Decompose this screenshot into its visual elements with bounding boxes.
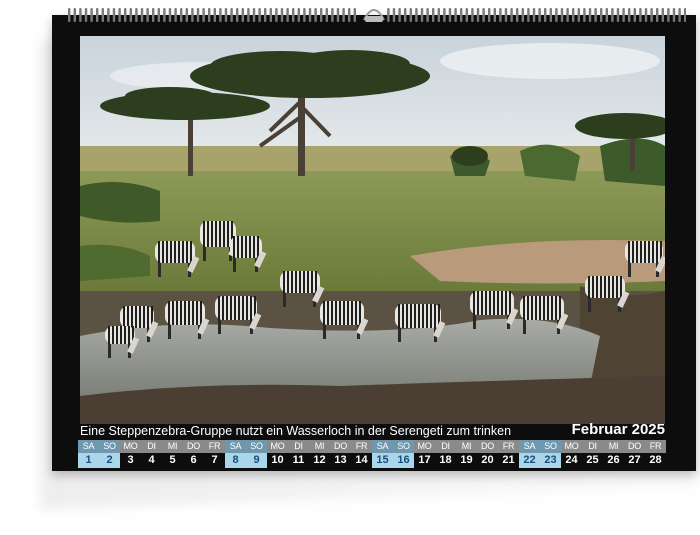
- weekday-label: MO: [120, 440, 141, 453]
- day-column: SO 16: [393, 440, 414, 470]
- hanger-hook: [363, 9, 385, 22]
- weekday-label: DO: [330, 440, 351, 453]
- day-column: MO 3: [120, 440, 141, 470]
- day-number: 9: [246, 453, 267, 468]
- weekday-label: SA: [225, 440, 246, 453]
- day-column: SA 22: [519, 440, 540, 470]
- day-number: 24: [561, 453, 582, 468]
- weekday-label: MO: [561, 440, 582, 453]
- day-number: 10: [267, 453, 288, 468]
- weekday-label: DI: [141, 440, 162, 453]
- day-column: MO 24: [561, 440, 582, 470]
- weekday-label: MI: [603, 440, 624, 453]
- day-column: SA 15: [372, 440, 393, 470]
- day-number: 27: [624, 453, 645, 468]
- day-number: 15: [372, 453, 393, 468]
- weekday-label: MO: [267, 440, 288, 453]
- day-column: FR 28: [645, 440, 666, 470]
- day-number: 12: [309, 453, 330, 468]
- day-number: 20: [477, 453, 498, 468]
- weekday-label: SO: [99, 440, 120, 453]
- day-number: 8: [225, 453, 246, 468]
- weekday-label: SO: [540, 440, 561, 453]
- weekday-label: SA: [78, 440, 99, 453]
- day-column: DI 25: [582, 440, 603, 470]
- day-column: SO 9: [246, 440, 267, 470]
- zebra-waterhole-photo: [80, 36, 665, 424]
- photo-caption: Eine Steppenzebra-Gruppe nutzt ein Wasse…: [80, 424, 512, 438]
- day-column: MI 12: [309, 440, 330, 470]
- day-number: 5: [162, 453, 183, 468]
- weekday-label: MI: [162, 440, 183, 453]
- caption-row: Eine Steppenzebra-Gruppe nutzt ein Wasse…: [80, 421, 665, 440]
- day-column: FR 14: [351, 440, 372, 470]
- day-number: 21: [498, 453, 519, 468]
- day-column: MO 10: [267, 440, 288, 470]
- weekday-label: MI: [309, 440, 330, 453]
- weekday-label: DO: [477, 440, 498, 453]
- day-column: DI 18: [435, 440, 456, 470]
- day-number: 11: [288, 453, 309, 468]
- weekday-label: FR: [204, 440, 225, 453]
- day-column: MI 19: [456, 440, 477, 470]
- day-number: 18: [435, 453, 456, 468]
- day-column: SA 8: [225, 440, 246, 470]
- day-column: FR 21: [498, 440, 519, 470]
- weekday-label: FR: [498, 440, 519, 453]
- day-column: SA 1: [78, 440, 99, 470]
- weekday-label: SO: [393, 440, 414, 453]
- day-number: 19: [456, 453, 477, 468]
- weekday-label: SA: [372, 440, 393, 453]
- day-number: 17: [414, 453, 435, 468]
- day-column: DO 13: [330, 440, 351, 470]
- day-number: 3: [120, 453, 141, 468]
- weekday-label: DO: [624, 440, 645, 453]
- weekday-label: DI: [435, 440, 456, 453]
- day-column: MI 26: [603, 440, 624, 470]
- day-number: 25: [582, 453, 603, 468]
- day-column: DO 6: [183, 440, 204, 470]
- weekday-label: DO: [183, 440, 204, 453]
- day-strip: SA 1 SO 2 MO 3 DI 4 MI 5 DO 6 FR 7 SA 8 SO 9 MO 10 DI 11 MI 12 D…: [78, 440, 667, 470]
- weekday-label: DI: [288, 440, 309, 453]
- day-number: 13: [330, 453, 351, 468]
- day-column: DI 11: [288, 440, 309, 470]
- day-number: 22: [519, 453, 540, 468]
- day-number: 14: [351, 453, 372, 468]
- day-column: DI 4: [141, 440, 162, 470]
- day-number: 6: [183, 453, 204, 468]
- day-number: 26: [603, 453, 624, 468]
- day-number: 28: [645, 453, 666, 468]
- month-title: Februar 2025: [571, 421, 665, 438]
- day-column: DO 27: [624, 440, 645, 470]
- day-number: 7: [204, 453, 225, 468]
- day-number: 2: [99, 453, 120, 468]
- day-number: 16: [393, 453, 414, 468]
- day-column: FR 7: [204, 440, 225, 470]
- day-number: 4: [141, 453, 162, 468]
- day-column: DO 20: [477, 440, 498, 470]
- weekday-label: DI: [582, 440, 603, 453]
- day-column: MO 17: [414, 440, 435, 470]
- day-column: SO 23: [540, 440, 561, 470]
- weekday-label: MI: [456, 440, 477, 453]
- day-number: 1: [78, 453, 99, 468]
- weekday-label: SA: [519, 440, 540, 453]
- weekday-label: FR: [645, 440, 666, 453]
- weekday-label: SO: [246, 440, 267, 453]
- day-number: 23: [540, 453, 561, 468]
- day-column: MI 5: [162, 440, 183, 470]
- weekday-label: MO: [414, 440, 435, 453]
- day-column: SO 2: [99, 440, 120, 470]
- weekday-label: FR: [351, 440, 372, 453]
